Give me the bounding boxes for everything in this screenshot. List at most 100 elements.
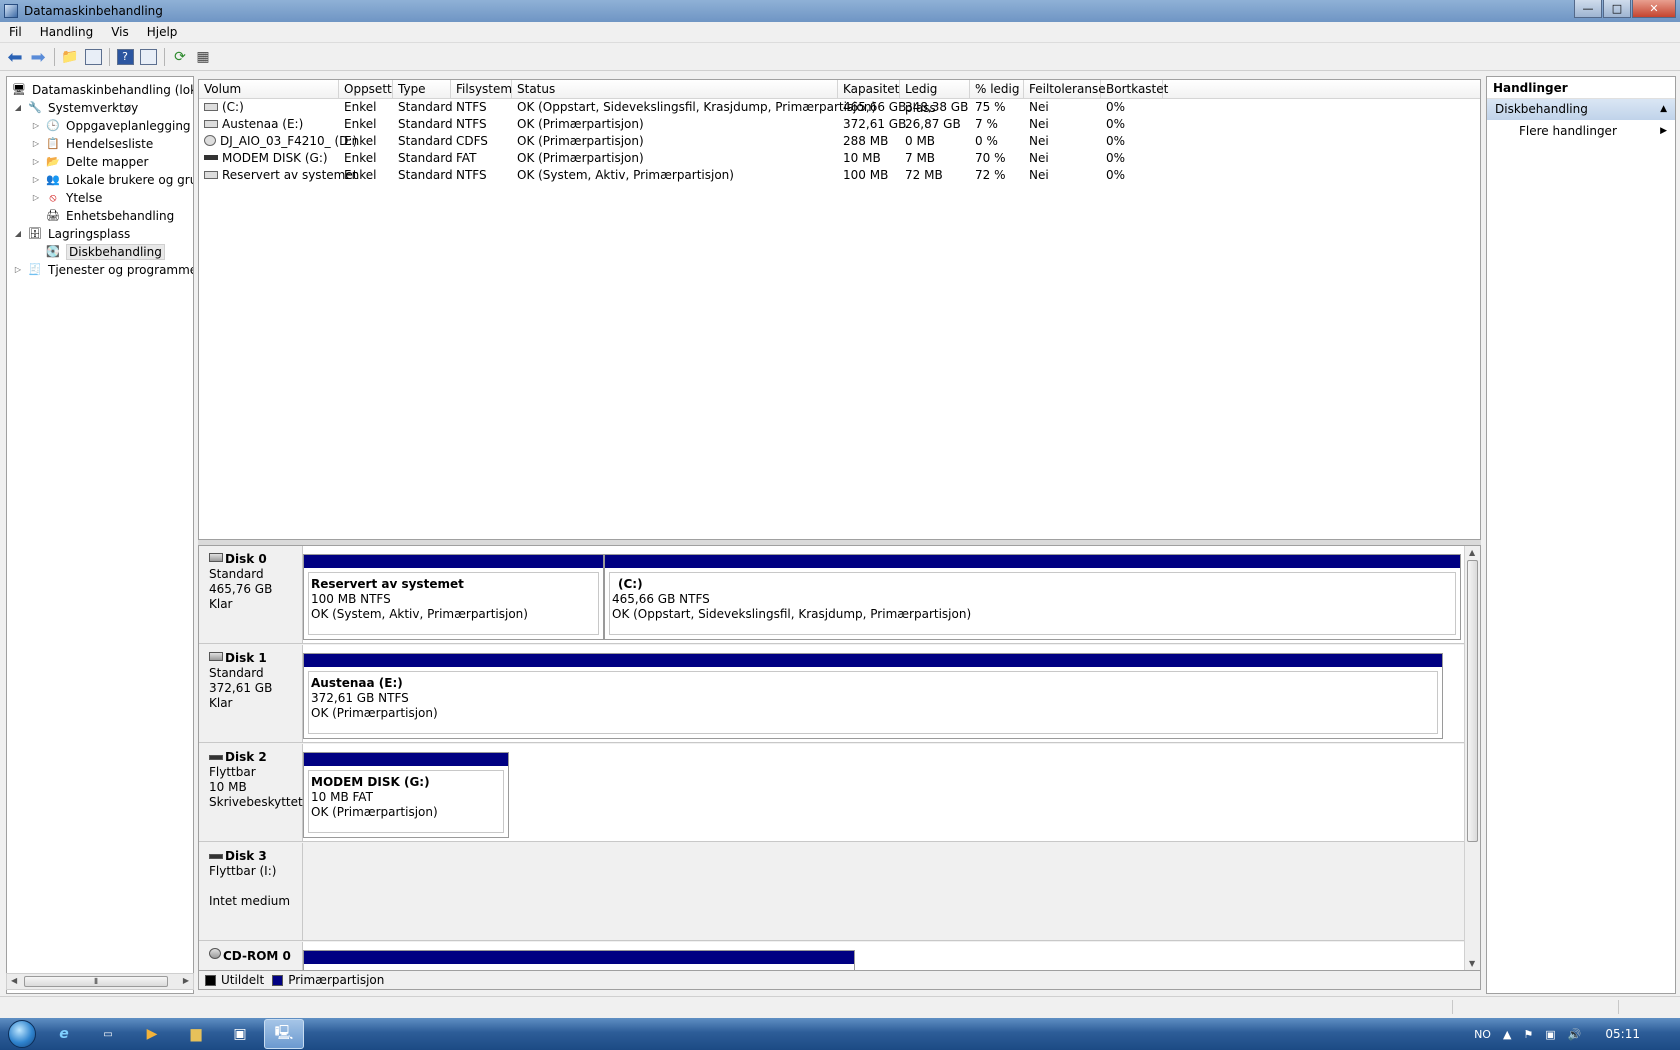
clock[interactable]: 05:11 xyxy=(1605,1027,1640,1041)
status-segment xyxy=(1452,1000,1453,1014)
window-title: Datamaskinbehandling xyxy=(24,4,163,18)
partition-status: OK (Primærpartisjon) xyxy=(311,805,438,819)
capacity-cell: 465,66 GB xyxy=(843,100,907,114)
explorer-folder-icon[interactable]: ▆ xyxy=(176,1019,216,1049)
partition-block[interactable]: MODEM DISK (G:) 10 MB FAT OK (Primærpart… xyxy=(303,752,509,838)
internet-explorer-icon[interactable]: e xyxy=(44,1019,84,1049)
partition-block[interactable] xyxy=(303,950,855,970)
status-cell: OK (System, Aktiv, Primærpartisjon) xyxy=(517,168,734,182)
scroll-thumb[interactable]: ⦀ xyxy=(24,976,168,987)
col-header-fault-tolerance[interactable]: Feiltoleranse xyxy=(1024,80,1106,99)
col-header-pct-free[interactable]: % ledig xyxy=(970,80,1024,99)
show-hide-tree-icon[interactable] xyxy=(82,46,104,68)
start-button[interactable] xyxy=(0,1018,44,1050)
volume-icon[interactable]: 🔊 xyxy=(1568,1028,1582,1041)
expand-icon[interactable]: ▷ xyxy=(31,139,41,148)
disk-row-0[interactable]: Disk 0 Standard 465,76 GB Klar Reservert… xyxy=(199,546,1465,644)
tree-item-services[interactable]: ▷ 🧾 Tjenester og programmer xyxy=(13,261,193,278)
col-header-capacity[interactable]: Kapasitet xyxy=(838,80,900,99)
taskbar: e ▭ ▶ ▆ ▣ 🖳 NO ▲ ⚑ ▣ 🔊 05:11 xyxy=(0,1018,1680,1050)
maximize-button[interactable]: □ xyxy=(1603,0,1631,18)
col-header-status[interactable]: Status xyxy=(512,80,838,99)
tree-item-task-scheduler[interactable]: ▷ 🕒 Oppgaveplanlegging xyxy=(31,117,191,134)
fs-cell: NTFS xyxy=(456,117,487,131)
control-panel-icon[interactable]: ▣ xyxy=(220,1019,260,1049)
disk-state: Klar xyxy=(209,597,233,611)
disk-view-scrollbar[interactable]: ▲ ▼ xyxy=(1464,546,1480,970)
col-header-layout[interactable]: Oppsett xyxy=(339,80,393,99)
col-header-overhead[interactable]: Bortkastet xyxy=(1101,80,1168,99)
tree-item-shared-folders[interactable]: ▷ 📂 Delte mapper xyxy=(31,153,149,170)
partition-bar xyxy=(605,555,1460,568)
table-row[interactable]: DJ_AIO_03_F4210_ (D:) Enkel Standard CDF… xyxy=(199,133,1480,150)
tree-horizontal-scrollbar[interactable]: ◀ ⦀ ▶ xyxy=(6,973,194,990)
partition-block[interactable]: Reservert av systemet 100 MB NTFS OK (Sy… xyxy=(303,554,604,640)
forward-arrow-icon[interactable]: ➡ xyxy=(27,46,49,68)
tray-expand-icon[interactable]: ▲ xyxy=(1503,1028,1511,1041)
tree-item-disk-management[interactable]: 💽 Diskbehandling xyxy=(45,243,165,260)
disk-row-3[interactable]: Disk 3 Flyttbar (I:) Intet medium xyxy=(199,843,1465,941)
tree-item-root[interactable]: 🖥 Datamaskinbehandling (lokal) xyxy=(11,81,193,98)
expand-icon[interactable]: ▷ xyxy=(31,157,41,166)
tree-label: Ytelse xyxy=(66,190,103,205)
scroll-up-icon[interactable]: ▲ xyxy=(1469,548,1475,557)
minimize-button[interactable]: — xyxy=(1574,0,1602,18)
partition-block[interactable]: (C:) 465,66 GB NTFS OK (Oppstart, Sideve… xyxy=(604,554,1461,640)
table-row[interactable]: MODEM DISK (G:) Enkel Standard FAT OK (P… xyxy=(199,150,1480,167)
col-header-type[interactable]: Type xyxy=(393,80,451,99)
scroll-right-icon[interactable]: ▶ xyxy=(183,976,189,985)
expand-icon[interactable]: ▷ xyxy=(31,121,41,130)
language-indicator[interactable]: NO xyxy=(1474,1028,1491,1041)
actions-section-disk-management[interactable]: Diskbehandling ▲ xyxy=(1487,99,1675,120)
properties-icon[interactable]: ▦ xyxy=(192,46,214,68)
disk-row-1[interactable]: Disk 1 Standard 372,61 GB Klar Austenaa … xyxy=(199,645,1465,743)
menu-file[interactable]: Fil xyxy=(0,25,31,39)
col-header-free[interactable]: Ledig plass xyxy=(900,80,970,115)
network-icon[interactable]: ▣ xyxy=(1545,1028,1555,1041)
menu-action[interactable]: Handling xyxy=(31,25,103,39)
disk-row-cdrom[interactable]: CD-ROM 0 xyxy=(199,942,1465,970)
menu-view[interactable]: Vis xyxy=(102,25,138,39)
col-header-volume[interactable]: Volum xyxy=(199,80,339,99)
table-row[interactable]: (C:) Enkel Standard NTFS OK (Oppstart, S… xyxy=(199,99,1480,116)
close-button[interactable]: ✕ xyxy=(1632,0,1676,18)
refresh-icon[interactable]: ⟳ xyxy=(169,46,191,68)
tree-item-systemtools[interactable]: ◢ 🔧 Systemverktøy xyxy=(13,99,138,116)
scroll-left-icon[interactable]: ◀ xyxy=(11,976,17,985)
scroll-thumb[interactable] xyxy=(1467,560,1478,842)
action-center-flag-icon[interactable]: ⚑ xyxy=(1523,1028,1533,1041)
up-folder-icon[interactable]: 📁 xyxy=(59,46,81,68)
tree-item-event-viewer[interactable]: ▷ 📋 Hendelsesliste xyxy=(31,135,153,152)
status-cell: OK (Primærpartisjon) xyxy=(517,151,644,165)
help-icon[interactable]: ? xyxy=(114,46,136,68)
status-cell: OK (Oppstart, Sidevekslingsfil, Krasjdum… xyxy=(517,100,877,114)
tree-item-device-manager[interactable]: 🖨 Enhetsbehandling xyxy=(45,207,174,224)
disk-graphics-view: Disk 0 Standard 465,76 GB Klar Reservert… xyxy=(198,545,1481,971)
show-hide-action-pane-icon[interactable] xyxy=(137,46,159,68)
tree-item-local-users[interactable]: ▷ 👥 Lokale brukere og grupp xyxy=(31,171,193,188)
disk-row-2[interactable]: Disk 2 Flyttbar 10 MB Skrivebeskyttet MO… xyxy=(199,744,1465,842)
expand-icon[interactable]: ▷ xyxy=(13,265,23,274)
disk-state: Klar xyxy=(209,696,233,710)
back-arrow-icon[interactable]: ⬅ xyxy=(4,46,26,68)
collapse-icon[interactable]: ◢ xyxy=(13,229,23,238)
table-row[interactable]: Austenaa (E:) Enkel Standard NTFS OK (Pr… xyxy=(199,116,1480,133)
pct-cell: 70 % xyxy=(975,151,1006,165)
collapse-up-icon[interactable]: ▲ xyxy=(1660,99,1667,120)
tree-item-performance[interactable]: ▷ ⦸ Ytelse xyxy=(31,189,102,206)
tree-label: Hendelsesliste xyxy=(66,136,154,151)
col-header-filesystem[interactable]: Filsystem xyxy=(451,80,512,99)
expand-icon[interactable]: ▷ xyxy=(31,193,41,202)
expand-icon[interactable]: ▷ xyxy=(31,175,41,184)
computer-management-taskbar-icon[interactable]: 🖳 xyxy=(264,1019,304,1049)
tree-item-storage[interactable]: ◢ 🗄 Lagringsplass xyxy=(13,225,130,242)
media-player-icon[interactable]: ▶ xyxy=(132,1019,172,1049)
table-row[interactable]: Reservert av systemet Enkel Standard NTF… xyxy=(199,167,1480,184)
more-actions-link[interactable]: Flere handlinger ▶ xyxy=(1487,120,1675,142)
media-app-icon[interactable]: ▭ xyxy=(88,1019,128,1049)
pct-cell: 75 % xyxy=(975,100,1006,114)
partition-block[interactable]: Austenaa (E:) 372,61 GB NTFS OK (Primærp… xyxy=(303,653,1443,739)
collapse-icon[interactable]: ◢ xyxy=(13,103,23,112)
scroll-down-icon[interactable]: ▼ xyxy=(1469,959,1475,968)
menu-help[interactable]: Hjelp xyxy=(138,25,187,39)
